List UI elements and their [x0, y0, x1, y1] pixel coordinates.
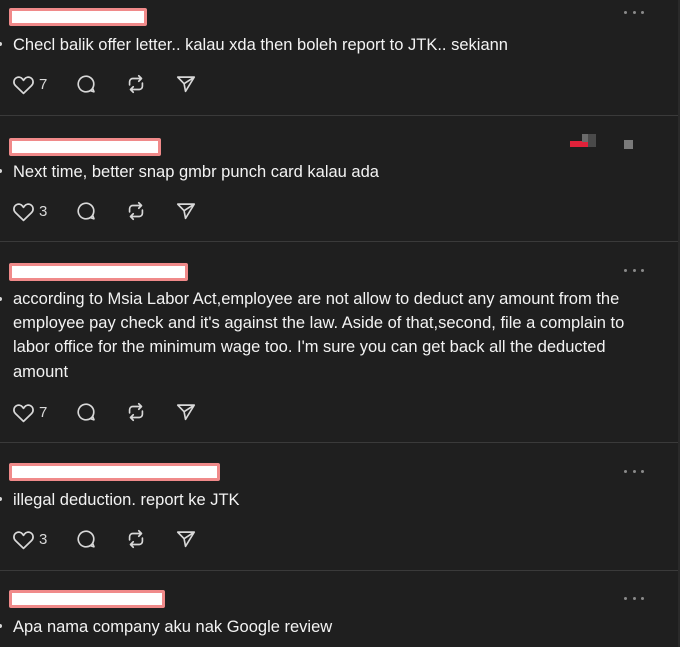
comment-text: illegal deduction. report ke JTK: [13, 491, 240, 509]
reply-bubble-icon: [77, 75, 96, 93]
thread-dot: [0, 624, 2, 628]
comment-item: Apa nama company aku nak Google review: [0, 571, 678, 647]
comment-actions: 7: [12, 400, 225, 424]
comment-text: Apa nama company aku nak Google review: [13, 618, 333, 636]
comment-actions: 7: [12, 72, 225, 96]
thread-dot: [0, 297, 2, 301]
thread-dot: [0, 169, 2, 173]
repost-arrows-icon: [129, 529, 144, 549]
reply-bubble-icon: [77, 530, 96, 548]
reply-bubble-icon: [77, 202, 96, 220]
comment-item: according to Msia Labor Act,employee are…: [0, 242, 678, 443]
like-button[interactable]: 3: [12, 529, 47, 550]
redacted-username: [9, 138, 161, 156]
share-send-icon: [177, 203, 196, 220]
comment-item: Checl balik offer letter.. kalau xda the…: [0, 0, 678, 116]
repost-button[interactable]: [125, 528, 147, 550]
like-count: 7: [39, 403, 48, 421]
repost-arrows-icon: [129, 74, 144, 94]
share-send-icon: [177, 404, 196, 421]
share-button[interactable]: [175, 73, 197, 95]
more-options-icon[interactable]: [624, 594, 644, 602]
redacted-username: [9, 263, 188, 281]
redacted-username: [9, 463, 220, 481]
like-count: 3: [39, 202, 48, 220]
reply-button[interactable]: [75, 528, 97, 550]
like-heart-icon: [13, 202, 34, 221]
like-count: 7: [39, 75, 48, 93]
comment-actions: 3: [12, 199, 225, 223]
share-send-icon: [177, 531, 196, 548]
like-heart-icon: [13, 75, 34, 94]
reply-button[interactable]: [75, 200, 97, 222]
repost-button[interactable]: [125, 200, 147, 222]
repost-button[interactable]: [125, 401, 147, 423]
repost-button[interactable]: [125, 73, 147, 95]
thread-dot: [0, 42, 2, 46]
like-button[interactable]: 3: [12, 201, 47, 222]
more-options-icon[interactable]: [624, 467, 644, 475]
comment-item: Next time, better snap gmbr punch card k…: [0, 116, 678, 242]
share-button[interactable]: [175, 401, 197, 423]
like-heart-icon: [13, 530, 34, 549]
comment-text: Checl balik offer letter.. kalau xda the…: [13, 36, 508, 54]
comment-feed: Checl balik offer letter.. kalau xda the…: [0, 0, 680, 647]
comment-text: Next time, better snap gmbr punch card k…: [13, 163, 379, 181]
reply-button[interactable]: [75, 401, 97, 423]
like-button[interactable]: 7: [12, 402, 47, 423]
share-button[interactable]: [175, 200, 197, 222]
more-options-icon[interactable]: [624, 8, 644, 16]
comment-text: according to Msia Labor Act,employee are…: [13, 290, 625, 381]
comment-actions: 3: [12, 527, 225, 551]
render-artifact: [570, 134, 638, 149]
reply-bubble-icon: [77, 403, 96, 421]
repost-arrows-icon: [129, 402, 144, 422]
reply-button[interactable]: [75, 73, 97, 95]
repost-arrows-icon: [129, 201, 144, 221]
like-heart-icon: [13, 403, 34, 422]
redacted-username: [9, 8, 147, 26]
redacted-username: [9, 590, 165, 608]
share-button[interactable]: [175, 528, 197, 550]
share-send-icon: [177, 76, 196, 93]
like-count: 3: [39, 530, 48, 548]
more-options-icon[interactable]: [624, 266, 644, 274]
like-button[interactable]: 7: [12, 74, 47, 95]
thread-dot: [0, 497, 2, 501]
comment-item: illegal deduction. report ke JTK 3: [0, 443, 678, 571]
